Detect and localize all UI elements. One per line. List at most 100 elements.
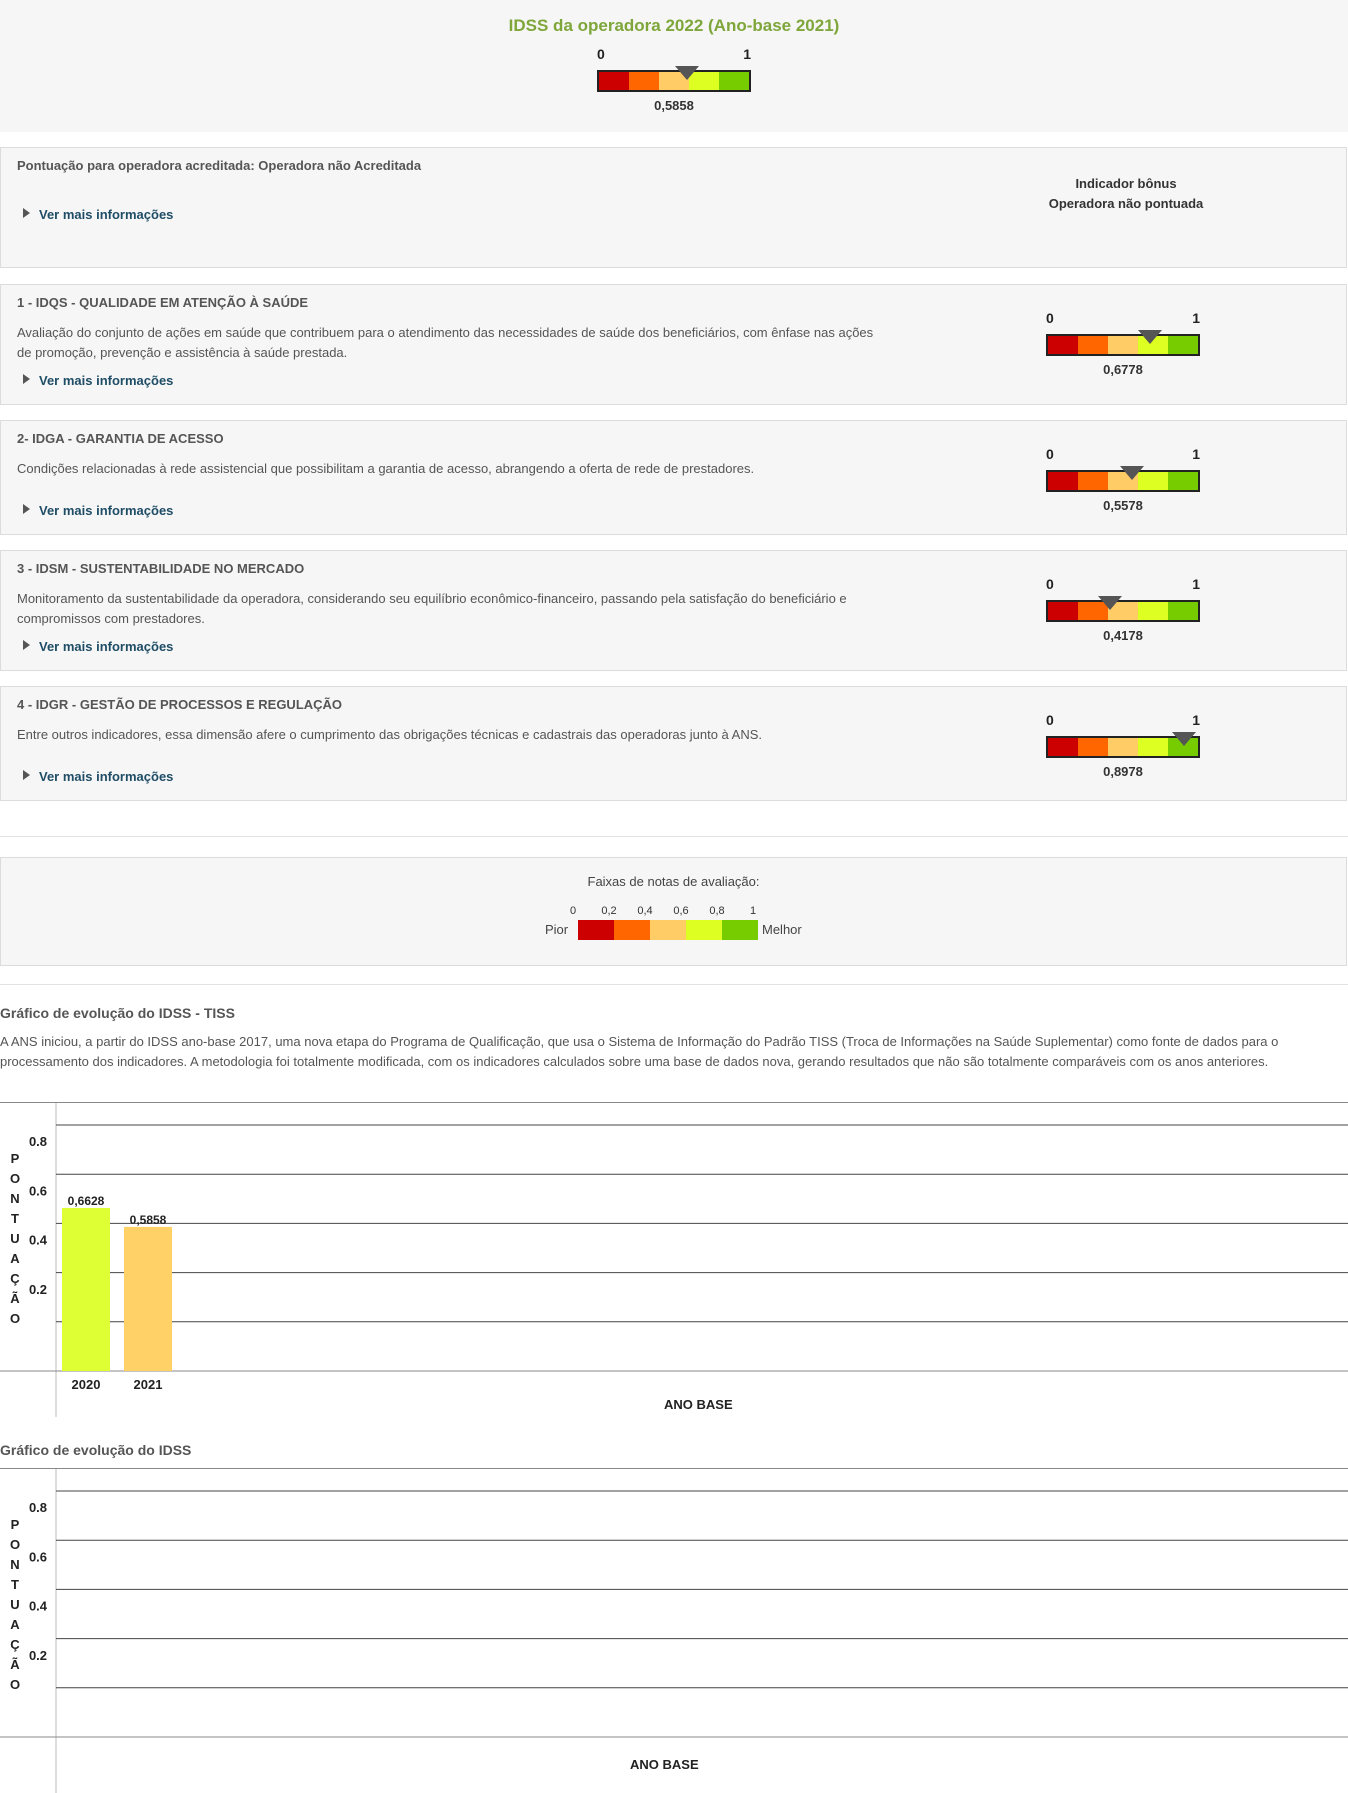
legend-tick: 0,6 xyxy=(673,905,689,917)
chart-ytick-label: 0.2 xyxy=(29,1282,47,1297)
chart-ylabel-letter: A xyxy=(10,1617,20,1632)
divider xyxy=(0,984,1348,985)
gauge-band xyxy=(1048,336,1078,354)
gauge-value: 0,8978 xyxy=(1103,764,1143,779)
chart-ylabel-letter: Ç xyxy=(10,1271,20,1286)
accreditation-title: Pontuação para operadora acreditada: Ope… xyxy=(17,158,422,173)
chart-ylabel-letter: O xyxy=(9,1311,21,1326)
dimension-title: 2- IDGA - GARANTIA DE ACESSO xyxy=(17,431,224,446)
gauge-min-label: 0 xyxy=(597,46,605,62)
gauge-value: 0,5578 xyxy=(1103,498,1143,513)
chart-ylabel-letter: T xyxy=(11,1211,19,1226)
legend-band xyxy=(578,920,614,940)
gauge-value: 0,5858 xyxy=(654,98,694,113)
tiss-evolution-chart: 0.20.40.60.81.00,662820200,58582021 PONT… xyxy=(0,1102,1348,1417)
page-title: IDSS da operadora 2022 (Ano-base 2021) xyxy=(508,16,840,35)
legend-better-label: Melhor xyxy=(762,922,802,937)
gauge-max-label: 1 xyxy=(1192,712,1200,728)
ver-mais-link[interactable]: Ver mais informações xyxy=(23,373,173,388)
legend-band xyxy=(614,920,650,940)
gauge-min-label: 0 xyxy=(1046,712,1054,728)
chart-ylabel-letter: Ã xyxy=(10,1657,20,1672)
ver-mais-link[interactable]: Ver mais informações xyxy=(23,207,173,222)
dimension-title: 3 - IDSM - SUSTENTABILIDADE NO MERCADO xyxy=(17,561,305,576)
gauge-bar xyxy=(1046,334,1200,356)
chart-ylabel-letter: P xyxy=(10,1517,20,1532)
chart-ylabel-letter: N xyxy=(10,1191,20,1206)
gauge-max-label: 1 xyxy=(1192,310,1200,326)
gauge-marker-icon xyxy=(675,66,700,80)
chart-ylabel-letter: O xyxy=(9,1677,21,1692)
chart-ylabel-letter: N xyxy=(10,1557,20,1572)
chart-data-label: 0,6628 xyxy=(68,1194,105,1208)
ver-mais-label: Ver mais informações xyxy=(39,373,174,388)
chart-data-label: 0,5858 xyxy=(130,1213,167,1227)
expand-triangle-icon xyxy=(23,640,30,650)
legend-band xyxy=(722,920,758,940)
bonus-title: Indicador bônus xyxy=(1075,176,1177,191)
gauge-marker-icon xyxy=(1138,330,1163,344)
dimension-gauge: 0 1 0,8978 xyxy=(1046,712,1200,784)
idss-gauge: 0 1 0,5858 xyxy=(597,46,751,118)
legend-tick: 0,4 xyxy=(637,905,653,917)
chart-ylabel-letter: Ã xyxy=(10,1291,20,1306)
chart-ylabel-letter: P xyxy=(10,1151,20,1166)
chart-ytick-label: 0.8 xyxy=(29,1500,47,1515)
dimension-gauge: 0 1 0,6778 xyxy=(1046,310,1200,382)
expand-triangle-icon xyxy=(23,504,30,514)
chart-category-label: 2020 xyxy=(72,1377,101,1392)
gauge-marker-icon xyxy=(1172,732,1197,746)
chart-ylabel: PONTUAÇÃO xyxy=(8,1149,22,1329)
gauge-band xyxy=(1078,336,1108,354)
ver-mais-link[interactable]: Ver mais informações xyxy=(23,639,173,654)
gauge-band xyxy=(1048,738,1078,756)
ver-mais-link[interactable]: Ver mais informações xyxy=(23,503,173,518)
chart-ylabel-letter: Ç xyxy=(10,1637,20,1652)
bonus-indicator: Indicador bônus Operadora não pontuada xyxy=(1011,174,1241,214)
dimension-gauge: 0 1 0,4178 xyxy=(1046,576,1200,648)
dimension-panel-idga: 2- IDGA - GARANTIA DE ACESSO Condições r… xyxy=(0,420,1347,535)
chart-ylabel-letter: O xyxy=(9,1537,21,1552)
chart-ytick-label: 0.6 xyxy=(29,1549,47,1564)
legend-tick: 0,2 xyxy=(601,905,617,917)
gauge-min-label: 0 xyxy=(1046,446,1054,462)
legend-ticks: 0 0,2 0,4 0,6 0,8 1 xyxy=(570,905,756,919)
gauge-band xyxy=(599,72,629,90)
legend-band xyxy=(686,920,722,940)
ver-mais-label: Ver mais informações xyxy=(39,207,174,222)
dimension-title: 1 - IDQS - QUALIDADE EM ATENÇÃO À SAÚDE xyxy=(17,295,309,310)
gauge-max-label: 1 xyxy=(1192,576,1200,592)
gauge-band xyxy=(1078,472,1108,490)
dimension-panel-idgr: 4 - IDGR - GESTÃO DE PROCESSOS E REGULAÇ… xyxy=(0,686,1347,801)
gauge-band xyxy=(1138,602,1168,620)
idss-header: IDSS da operadora 2022 (Ano-base 2021) 0… xyxy=(0,0,1348,132)
dimension-gauge: 0 1 0,5578 xyxy=(1046,446,1200,518)
chart-ylabel-letter: O xyxy=(9,1171,21,1186)
gauge-band xyxy=(1168,472,1198,490)
chart-xlabel: ANO BASE xyxy=(664,1397,733,1412)
chart-ylabel-letter: A xyxy=(10,1251,20,1266)
tiss-chart-svg: 0.20.40.60.81.00,662820200,58582021 xyxy=(0,1103,1348,1417)
gauge-band xyxy=(1108,336,1138,354)
bonus-status: Operadora não pontuada xyxy=(1048,196,1204,211)
legend-color-bar xyxy=(578,920,758,940)
chart-category-label: 2021 xyxy=(134,1377,163,1392)
gauge-max-label: 1 xyxy=(1192,446,1200,462)
gauge-max-label: 1 xyxy=(743,46,751,62)
gauge-band xyxy=(1048,472,1078,490)
dimension-description: Monitoramento da sustentabilidade da ope… xyxy=(17,591,847,626)
chart-ylabel-letter: T xyxy=(11,1577,19,1592)
gauge-bar xyxy=(1046,600,1200,622)
idss-chart-svg: 0.20.40.60.81.0 xyxy=(0,1469,1348,1793)
chart-ylabel: PONTUAÇÃO xyxy=(8,1515,22,1695)
ver-mais-label: Ver mais informações xyxy=(39,769,174,784)
legend-title: Faixas de notas de avaliação: xyxy=(587,874,760,889)
expand-triangle-icon xyxy=(23,770,30,780)
chart-bar xyxy=(62,1207,110,1371)
gauge-band xyxy=(1048,602,1078,620)
expand-triangle-icon xyxy=(23,374,30,384)
ver-mais-label: Ver mais informações xyxy=(39,503,174,518)
ver-mais-link[interactable]: Ver mais informações xyxy=(23,769,173,784)
gauge-bar xyxy=(597,70,751,92)
accreditation-panel: Pontuação para operadora acreditada: Ope… xyxy=(0,147,1347,268)
